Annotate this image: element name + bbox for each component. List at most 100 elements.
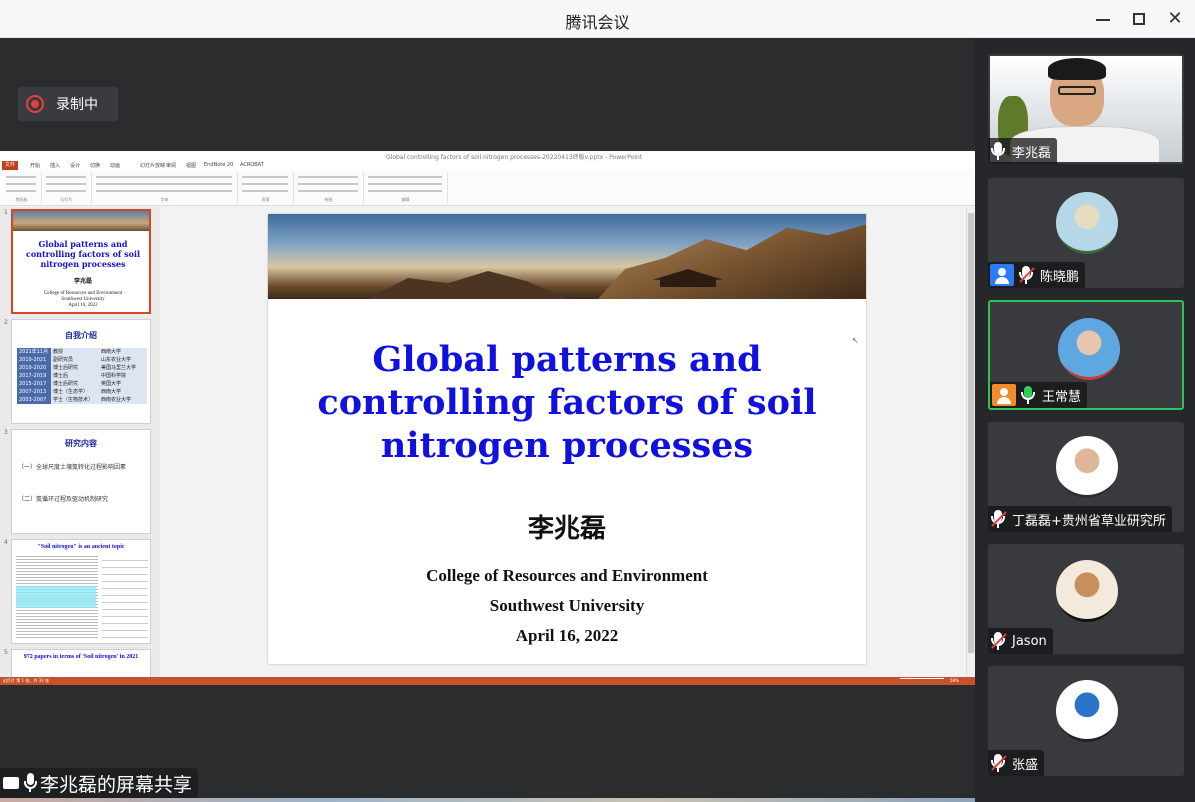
ppt-tab[interactable]: 插入 [50,162,60,169]
cv-row: 2021年11月 教授 西南大学 [17,348,147,356]
ribbon-control[interactable] [6,190,36,192]
thumb-author: 李兆磊 [73,279,92,285]
minimize-button[interactable] [1092,8,1114,30]
slide-thumbnail-1[interactable]: Global patterns and controlling factors … [11,209,151,314]
banner-cliff [598,224,866,299]
microphone-icon[interactable] [1020,385,1036,405]
maximize-icon [1133,13,1145,25]
ppt-tab[interactable]: 幻灯片放映 [140,162,165,169]
ribbon-control[interactable] [368,176,442,178]
thumb-highlight [16,586,96,608]
ribbon-control[interactable] [96,190,232,192]
ribbon-control[interactable] [368,183,442,185]
zoom-slider[interactable] [900,678,944,679]
ppt-tab[interactable]: 文件 [2,161,18,170]
ribbon-control[interactable] [298,176,358,178]
microphone-icon[interactable] [990,141,1006,161]
ribbon-group[interactable]: 段落 [238,172,294,204]
maximize-button[interactable] [1128,8,1150,30]
cv-row: 2017-2019 博士后 中国科学院 [17,372,147,380]
participant-tile[interactable]: 丁磊磊+贵州省草业研究所 [988,422,1184,532]
recording-badge[interactable]: 录制中 [18,87,118,121]
ppt-tab[interactable]: 视图 [186,162,196,169]
ppt-tab[interactable]: 切换 [90,162,100,169]
participant-avatar [1056,560,1118,622]
user-icon [990,264,1014,286]
thumb-line: April 16, 2022 [68,303,98,308]
ribbon-group-label: 幻灯片 [60,197,73,202]
ribbon-group[interactable]: 绘图 [294,172,364,204]
cv-cell: 西南大学 [99,348,147,356]
powerpoint-window: Global controlling factors of soil nitro… [0,151,975,685]
ribbon-control[interactable] [298,190,358,192]
cv-row: 2007-2013 博士（生态学） 西南大学 [17,388,147,396]
ppt-tab[interactable]: 审阅 [166,162,176,169]
ribbon-control[interactable] [46,176,86,178]
ppt-tab[interactable]: 开始 [30,162,40,169]
participant-tile[interactable]: 陈晓鹏 [988,178,1184,288]
ribbon-control[interactable] [368,190,442,192]
ribbon-group[interactable]: 剪贴板 [2,172,42,204]
ppt-tab[interactable]: 设计 [70,162,80,169]
microphone-muted-icon[interactable] [1018,265,1035,285]
cv-cell: 2021年11月 [17,348,51,356]
cv-row: 2019-2020 博士后研究 美国马里兰大学 [17,364,147,372]
microphone-muted-icon[interactable] [990,753,1007,773]
ribbon-group-label: 段落 [261,197,270,202]
participant-avatar [1056,436,1118,498]
cv-cell: 英国大学 [99,380,147,388]
participant-tile[interactable]: 李兆磊 [988,54,1184,164]
slide-university: Southwest University [489,596,645,615]
ribbon-control[interactable] [242,176,288,178]
cv-cell: 学士（生物技术） [51,396,99,404]
ribbon-control[interactable] [242,183,288,185]
participant-tile[interactable]: 王常慧 [988,300,1184,410]
microphone-muted-icon[interactable] [990,631,1007,651]
cv-cell: 2019-2021 [17,356,51,364]
cv-row: 2003-2007 学士（生物技术） 西南农业大学 [17,396,147,404]
ppt-tab[interactable]: EndNote 20 [204,162,233,168]
shared-screen-stage: 录制中 Global controlling factors of soil n… [0,38,975,802]
ribbon-control[interactable] [96,183,232,185]
thumb-title: "Soil nitrogen" is an ancient topic [37,544,125,550]
cv-cell: 2015-2017 [17,380,51,388]
participant-tile[interactable]: 张盛 [988,666,1184,776]
slide-author: 李兆磊 [527,514,606,544]
participant-name: 李兆磊 [1012,145,1052,161]
ribbon-control[interactable] [96,176,232,178]
ribbon-control[interactable] [46,190,86,192]
ribbon-control[interactable] [298,183,358,185]
participant-avatar [1058,318,1120,380]
ribbon-group-label: 编辑 [401,197,410,202]
participant-avatar [1056,680,1118,742]
participant-name: Jason [1012,633,1047,649]
slide-count: 幻灯片 第 1 张，共 33 张 [3,678,49,683]
slide-thumbnail-4[interactable]: "Soil nitrogen" is an ancient topic [11,539,151,644]
close-button[interactable]: ✕ [1164,8,1186,30]
minimize-icon [1096,19,1110,21]
microphone-muted-icon[interactable] [990,509,1007,529]
ribbon-control[interactable] [46,183,86,185]
screen-share-owner: 李兆磊的屏幕共享 [40,773,193,796]
title-bar: 腾讯会议 ✕ [0,0,1195,38]
ribbon-control[interactable] [6,176,36,178]
ppt-window-title: Global controlling factors of soil nitro… [386,154,643,161]
participant-name-bar: 陈晓鹏 [988,262,1086,288]
slide-thumbnail-3[interactable]: 研究内容 （一）全球尺度土壤氮转化过程影响因素 （二）氮循环过程及驱动机制研究 [11,429,151,534]
slide-scrollbar[interactable] [966,207,975,677]
participant-name: 王常慧 [1042,389,1082,405]
bottom-strip [0,798,975,802]
ribbon-group[interactable]: 编辑 [364,172,448,204]
scrollbar-thumb[interactable] [968,213,974,653]
participant-tile[interactable]: Jason [988,544,1184,654]
ppt-tab[interactable]: 动画 [110,162,120,169]
participant-name-bar: 王常慧 [990,382,1088,408]
ribbon-group[interactable]: 字体 [92,172,238,204]
ppt-tab[interactable]: ACROBAT [240,162,264,168]
slide-thumbnail-2[interactable]: 自我介绍 2021年11月 教授 西南大学 2019-2021 副研究员 山东农业大学 20… [11,319,151,424]
ribbon-group[interactable]: 幻灯片 [42,172,92,204]
participant-name-bar: 李兆磊 [988,138,1058,164]
slide-thumbnail-5[interactable]: 972 papers in terms of 'Soil nitrogen' i… [11,649,151,677]
ribbon-control[interactable] [6,183,36,185]
ribbon-control[interactable] [242,190,288,192]
